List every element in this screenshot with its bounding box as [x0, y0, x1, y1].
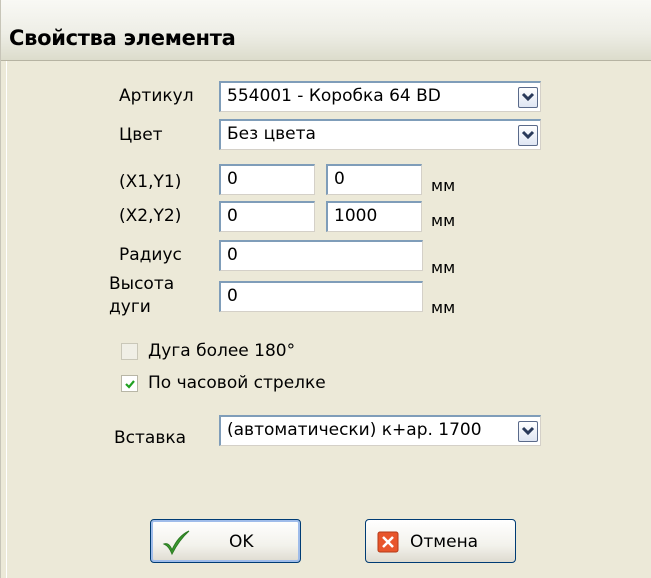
arc-height-input[interactable]: 0: [219, 281, 423, 312]
insert-label: Вставка: [114, 428, 187, 448]
radius-label: Радиус: [119, 245, 182, 265]
y2-value: 1000: [334, 206, 378, 226]
insert-select[interactable]: (автоматически) к+ар. 1700: [219, 415, 541, 446]
point2-label: (X2,Y2): [119, 206, 182, 226]
arc-height-label-line2: дуги: [109, 297, 151, 317]
checkmark-icon: [125, 380, 135, 389]
insert-dropdown-button[interactable]: [518, 421, 538, 442]
chevron-down-icon: [521, 426, 535, 436]
article-dropdown-button[interactable]: [518, 87, 538, 108]
clockwise-label: По часовой стрелке: [148, 373, 326, 393]
x1-value: 0: [227, 169, 238, 189]
arc-height-unit: мм: [431, 298, 456, 317]
color-label: Цвет: [119, 125, 163, 145]
point2-unit: мм: [431, 211, 456, 230]
point1-label: (X1,Y1): [119, 172, 182, 192]
x2-value: 0: [227, 206, 238, 226]
color-value: Без цвета: [227, 124, 316, 144]
ok-label: OK: [229, 532, 254, 552]
y2-input[interactable]: 1000: [326, 201, 422, 232]
chevron-down-icon: [521, 92, 535, 102]
properties-dialog: Свойства элемента Артикул 554001 - Короб…: [0, 0, 651, 578]
clockwise-checkbox[interactable]: [121, 375, 138, 392]
ok-button[interactable]: OK: [150, 519, 301, 563]
color-dropdown-button[interactable]: [518, 125, 538, 146]
radius-value: 0: [227, 245, 238, 265]
arc-height-value: 0: [227, 286, 238, 306]
arc-over-180-label: Дуга более 180°: [148, 341, 296, 361]
x1-input[interactable]: 0: [219, 164, 315, 195]
window-title: Свойства элемента: [9, 26, 236, 50]
article-label: Артикул: [119, 86, 194, 106]
x2-input[interactable]: 0: [219, 201, 315, 232]
article-value: 554001 - Коробка 64 BD: [227, 86, 441, 106]
close-icon: [377, 531, 399, 553]
arc-height-label-line1: Высота: [109, 274, 175, 294]
point1-unit: мм: [431, 176, 456, 195]
y1-input[interactable]: 0: [326, 164, 422, 195]
chevron-down-icon: [521, 130, 535, 140]
radius-input[interactable]: 0: [219, 240, 423, 271]
arc-over-180-checkbox[interactable]: [121, 343, 138, 360]
cancel-button[interactable]: Отмена: [365, 519, 516, 563]
article-select[interactable]: 554001 - Коробка 64 BD: [219, 81, 541, 112]
insert-value: (автоматически) к+ар. 1700: [227, 420, 482, 440]
radius-unit: мм: [431, 258, 456, 277]
y1-value: 0: [334, 169, 345, 189]
title-bar[interactable]: Свойства элемента: [1, 0, 651, 61]
checkmark-icon: [162, 530, 190, 556]
cancel-label: Отмена: [410, 532, 479, 552]
color-select[interactable]: Без цвета: [219, 119, 541, 150]
